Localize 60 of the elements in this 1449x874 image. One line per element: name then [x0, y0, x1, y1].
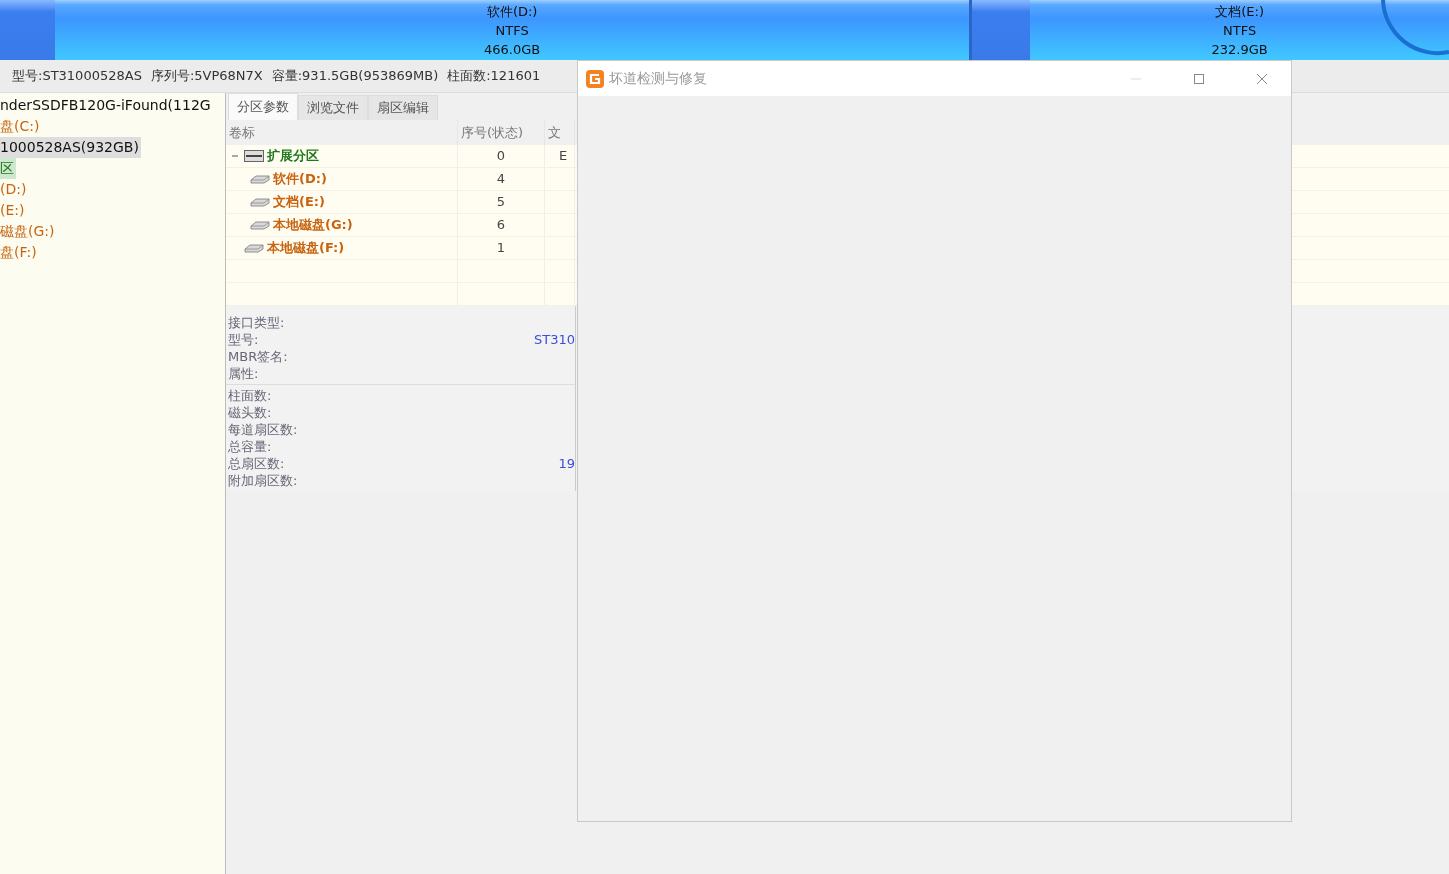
disk-info-text: 容量:931.5GB(953869MB): [271, 67, 439, 85]
close-icon: [1256, 72, 1268, 85]
tab[interactable]: 扇区编辑: [368, 95, 438, 120]
size-label: 232.9GB: [1211, 41, 1268, 59]
tree-item[interactable]: (E:): [0, 200, 27, 221]
drive-icon: [250, 220, 270, 230]
table-cell-text: E: [558, 147, 568, 165]
property-label: 总容量:: [228, 438, 272, 455]
property-label: 属性:: [228, 365, 259, 382]
property-label: 磁头数:: [228, 404, 272, 421]
table-cell-text: 1: [496, 239, 506, 257]
partition-block[interactable]: [972, 0, 1031, 60]
tree-item[interactable]: 盘(C:): [0, 116, 42, 137]
drive-icon: [250, 174, 270, 184]
property-label: 附加扇区数:: [228, 472, 298, 489]
partition-name[interactable]: 软件(D:): [273, 168, 327, 190]
tree-item[interactable]: 盘(F:): [0, 242, 39, 263]
table-cell-text: 6: [496, 216, 506, 234]
property-value: ST310: [534, 331, 575, 348]
property-label: 柱面数:: [228, 387, 272, 404]
tree-item[interactable]: 磁盘(G:): [0, 221, 57, 242]
filesystem-label: NTFS: [1223, 22, 1257, 40]
disk-info-text: 序列号:5VP68N7X: [150, 67, 263, 85]
partition-name[interactable]: 本地磁盘(F:): [267, 237, 345, 259]
partition-name[interactable]: 扩展分区: [267, 145, 319, 167]
table-cell-text: 4: [496, 170, 506, 188]
table-cell-text: 5: [496, 193, 506, 211]
tree-item[interactable]: (D:): [0, 179, 29, 200]
drive-icon: [250, 197, 270, 207]
property-value: 19: [558, 455, 575, 472]
tab[interactable]: 浏览文件: [298, 95, 368, 120]
arc-drawing: [1381, 0, 1449, 56]
partition-block[interactable]: 软件(D:) NTFS 466.0GB: [54, 0, 970, 60]
window-title: 坏道检测与修复: [609, 69, 708, 88]
partition-label: 软件(D:): [486, 3, 538, 21]
property-label: 接口类型:: [228, 314, 285, 331]
drive-icon: [244, 243, 264, 253]
disk-info-text: 柱面数:121601: [447, 67, 541, 85]
maximize-icon: [1193, 72, 1205, 85]
tree-item[interactable]: nderSSDFB120G-iFound(112G: [0, 95, 213, 116]
partition-block[interactable]: [0, 0, 55, 60]
property-label: 每道扇区数:: [228, 421, 298, 438]
size-label: 466.0GB: [484, 41, 541, 59]
partition-block[interactable]: 文档(E:) NTFS 232.9GB: [1030, 0, 1449, 60]
property-label: 型号:: [228, 331, 259, 348]
property-label: MBR签名:: [228, 348, 288, 365]
tab[interactable]: 分区参数: [228, 93, 298, 120]
partition-name[interactable]: 文档(E:): [273, 191, 325, 213]
partition-name[interactable]: 本地磁盘(G:): [273, 214, 353, 236]
disk-info-text: 型号:ST31000528AS: [12, 67, 142, 85]
tree-item[interactable]: 区: [0, 158, 16, 179]
table-cell-text: 0: [496, 147, 506, 165]
partition-label: 文档(E:): [1215, 3, 1264, 21]
app-logo-icon: [586, 69, 604, 88]
filesystem-label: NTFS: [495, 22, 529, 40]
column-header[interactable]: 文: [545, 120, 575, 145]
tree-item[interactable]: 1000528AS(932GB): [0, 137, 141, 158]
column-header[interactable]: 序号(状态): [458, 120, 545, 145]
property-label: 总扇区数:: [228, 455, 285, 472]
column-header[interactable]: 卷标: [226, 120, 458, 145]
